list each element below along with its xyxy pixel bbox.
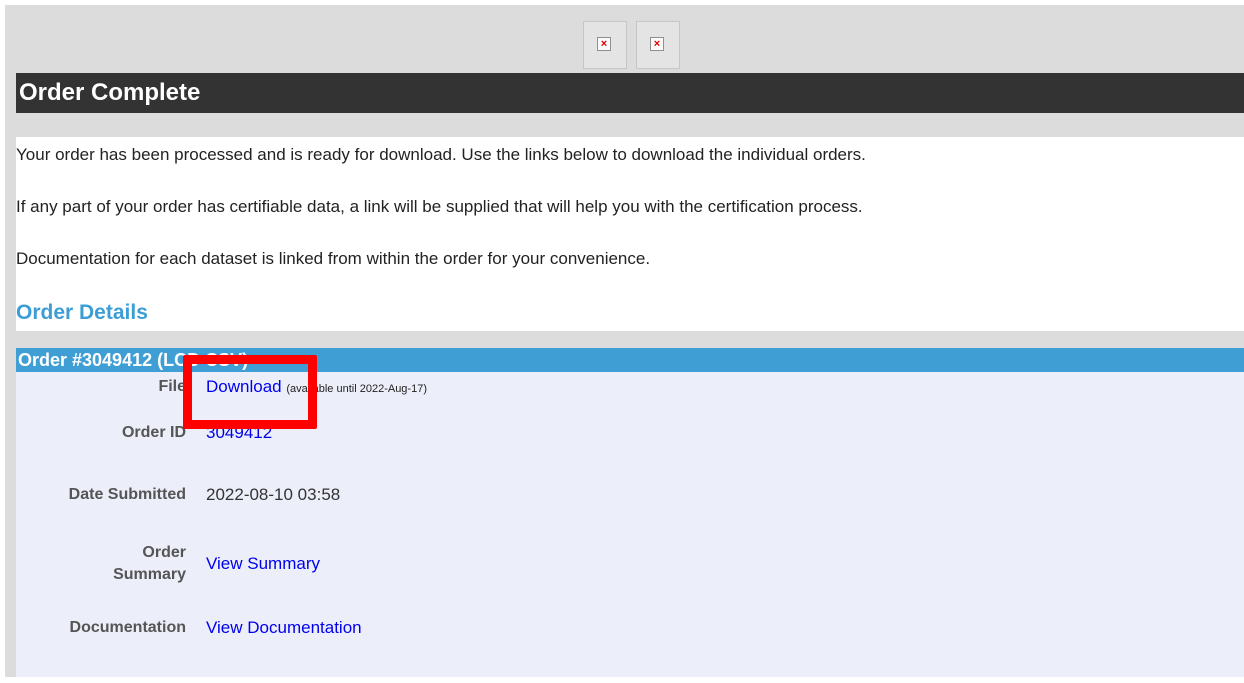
order-summary-label-line2: Summary xyxy=(113,566,186,583)
intro-text-processed: Your order has been processed and is rea… xyxy=(16,145,866,164)
order-summary-label-line1: Order xyxy=(142,544,186,561)
documentation-label: Documentation xyxy=(69,619,186,636)
intro-text-certification: If any part of your order has certifiabl… xyxy=(16,197,863,216)
page-container: × × Order Complete Your order has been p… xyxy=(5,5,1244,677)
spacer xyxy=(16,113,1244,137)
broken-image-1: × xyxy=(583,21,627,69)
view-summary-link[interactable]: View Summary xyxy=(206,554,320,573)
view-documentation-link[interactable]: View Documentation xyxy=(206,618,362,637)
download-highlight-box xyxy=(183,355,317,429)
page-title: Order Complete xyxy=(16,73,1244,113)
date-submitted-value: 2022-08-10 03:58 xyxy=(206,485,341,504)
file-label: File xyxy=(158,378,186,395)
broken-image-icon: × xyxy=(597,37,611,51)
order-details-heading: Order Details xyxy=(16,301,148,324)
documentation-value: View Documentation xyxy=(206,617,362,639)
broken-image-icon: × xyxy=(650,37,664,51)
order-summary-value: View Summary xyxy=(206,553,320,575)
date-submitted-label: Date Submitted xyxy=(68,486,186,503)
broken-image-2: × xyxy=(636,21,680,69)
order-id-label: Order ID xyxy=(121,424,186,441)
intro-text-documentation: Documentation for each dataset is linked… xyxy=(16,249,651,268)
top-banner: × × xyxy=(5,5,1244,73)
